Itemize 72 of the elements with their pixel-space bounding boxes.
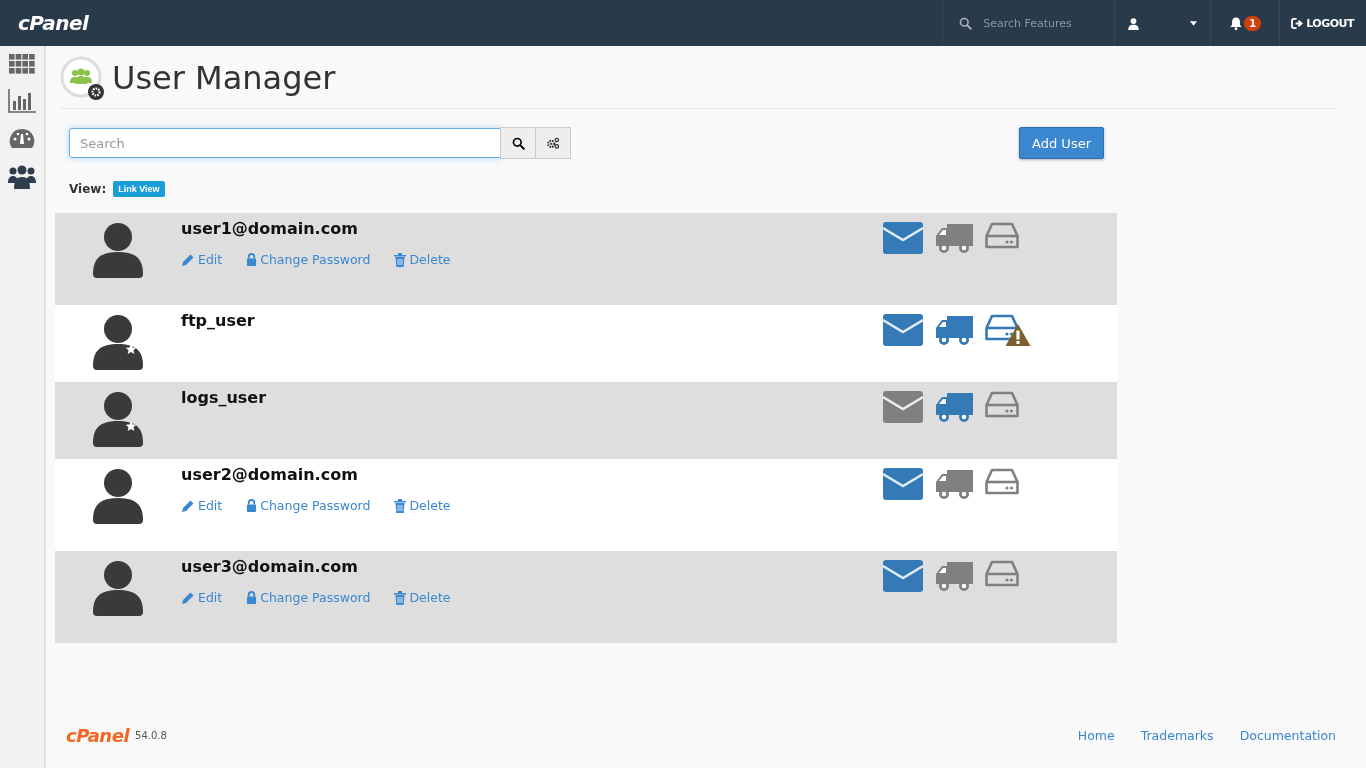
change-password-link[interactable]: Change Password <box>246 252 371 267</box>
search-icon <box>959 16 973 30</box>
gauge-icon[interactable] <box>9 128 35 150</box>
logout-link[interactable]: LOGOUT <box>1279 0 1366 46</box>
grid-icon[interactable] <box>9 54 35 74</box>
trash-icon <box>394 498 407 513</box>
version-text: 54.0.8 <box>135 730 167 741</box>
truck-icon[interactable] <box>935 560 973 592</box>
user-name: user3@domain.com <box>181 557 359 576</box>
page-title: User Manager <box>112 59 336 97</box>
user-avatar-icon <box>93 560 143 616</box>
feature-search-field[interactable]: Search Features <box>981 15 1106 31</box>
truck-icon[interactable] <box>935 222 973 254</box>
user-avatar-icon <box>93 391 143 447</box>
cpanel-logo: cPanel <box>66 725 130 746</box>
view-mode-toggle[interactable]: Link View <box>113 181 165 197</box>
cpanel-logo[interactable]: cPanel <box>0 11 107 35</box>
footer-link[interactable]: Home <box>1077 728 1115 743</box>
user-avatar-icon <box>93 314 143 370</box>
user-avatar-icon <box>93 222 143 278</box>
envelope-icon[interactable] <box>883 314 923 346</box>
change-password-link[interactable]: Change Password <box>246 498 371 513</box>
user-name: logs_user <box>181 388 268 407</box>
pencil-icon <box>181 498 195 513</box>
drive-icon[interactable] <box>985 314 1019 342</box>
warning-icon <box>1005 323 1031 347</box>
view-label: View: <box>69 182 107 196</box>
delete-link[interactable]: Delete <box>394 498 451 513</box>
user-avatar-icon <box>93 468 143 524</box>
trash-icon <box>394 590 407 605</box>
caret-icon <box>1190 20 1198 26</box>
search-field[interactable]: Search <box>69 128 501 158</box>
logout-icon <box>1291 17 1305 29</box>
change-password-link[interactable]: Change Password <box>246 590 371 605</box>
delete-link[interactable]: Delete <box>394 590 451 605</box>
footer-link[interactable]: Documentation <box>1239 728 1336 743</box>
notification-count: 1 <box>1244 15 1262 31</box>
lock-icon <box>246 499 258 512</box>
users-icon[interactable] <box>8 165 36 189</box>
edit-link[interactable]: Edit <box>181 252 223 267</box>
user-name: user2@domain.com <box>181 465 359 484</box>
drive-icon[interactable] <box>985 560 1019 588</box>
envelope-icon[interactable] <box>883 222 923 254</box>
lock-icon <box>246 253 258 266</box>
bar-chart-icon[interactable] <box>8 89 36 113</box>
truck-icon[interactable] <box>935 391 973 423</box>
user-name: user1@domain.com <box>181 219 359 238</box>
pencil-icon <box>181 590 195 605</box>
lock-icon <box>246 591 258 604</box>
pencil-icon <box>181 252 195 267</box>
gears-icon <box>546 137 560 149</box>
delete-link[interactable]: Delete <box>394 252 451 267</box>
drive-icon[interactable] <box>985 222 1019 250</box>
user-manager-icon <box>60 56 104 100</box>
envelope-icon[interactable] <box>883 468 923 500</box>
notifications-bell-icon[interactable] <box>1229 15 1244 31</box>
search-icon <box>511 136 525 150</box>
user-name: ftp_user <box>181 311 256 330</box>
add-user-button[interactable]: Add User <box>1019 127 1104 159</box>
drive-icon[interactable] <box>985 468 1019 496</box>
edit-link[interactable]: Edit <box>181 498 223 513</box>
envelope-icon[interactable] <box>883 560 923 592</box>
options-button[interactable] <box>535 127 571 159</box>
trash-icon <box>394 252 407 267</box>
footer-link[interactable]: Trademarks <box>1140 728 1214 743</box>
edit-link[interactable]: Edit <box>181 590 223 605</box>
truck-icon[interactable] <box>935 468 973 500</box>
envelope-icon[interactable] <box>883 391 923 423</box>
drive-icon[interactable] <box>985 391 1019 419</box>
person-icon <box>1127 16 1141 30</box>
truck-icon[interactable] <box>935 314 973 346</box>
search-button[interactable] <box>500 127 536 159</box>
